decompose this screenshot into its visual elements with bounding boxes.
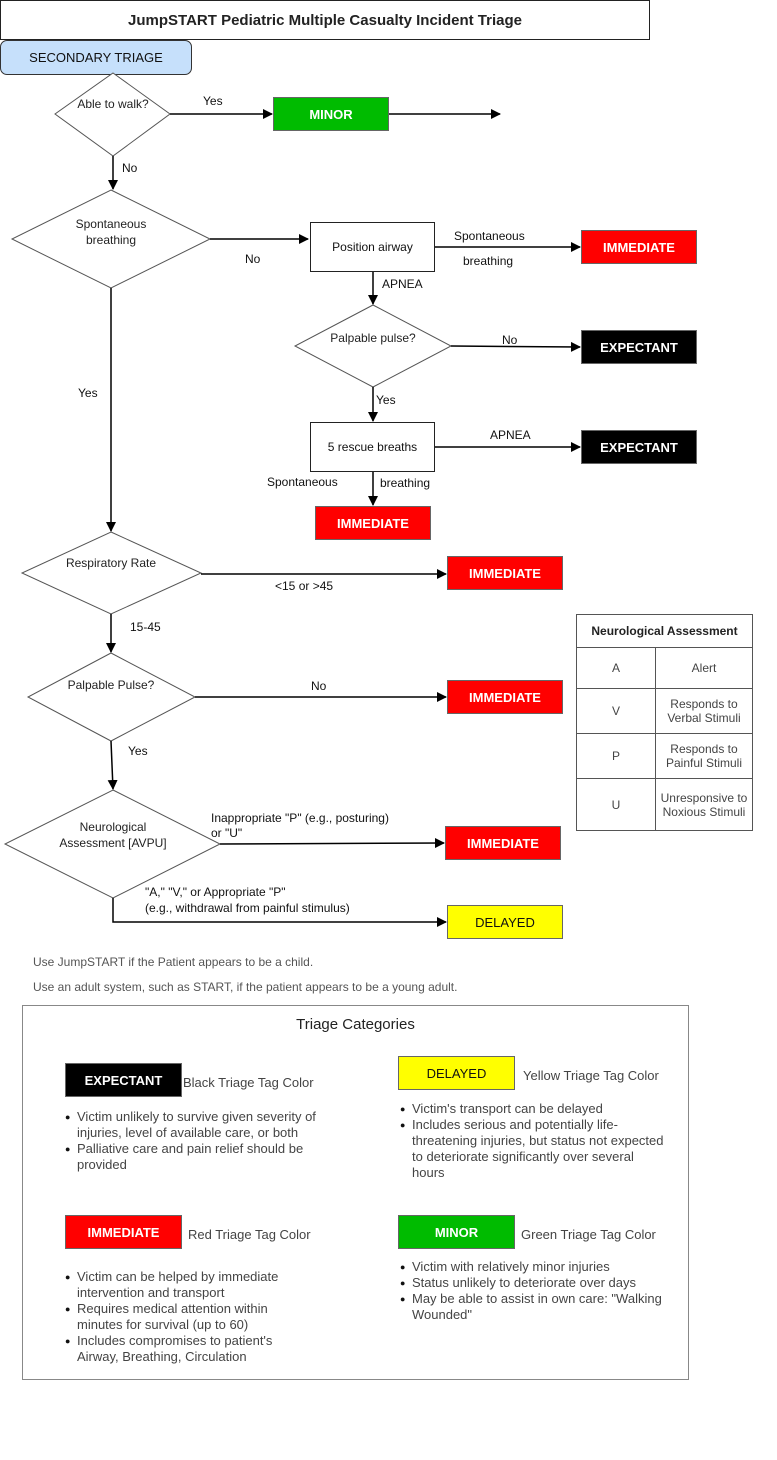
- note-young-adult: Use an adult system, such as START, if t…: [33, 980, 458, 994]
- legend-list-minor: Victim with relatively minor injuries St…: [400, 1259, 685, 1323]
- legend-tag-expectant: EXPECTANT: [65, 1063, 182, 1097]
- node-palpable-pulse-2: Palpable Pulse?: [67, 678, 155, 692]
- label-rescue-apnea: APNEA: [490, 428, 531, 442]
- label-rescue-spont-left: Spontaneous: [267, 475, 338, 489]
- neuro-code: A: [576, 647, 656, 689]
- tag-minor: MINOR: [273, 97, 389, 131]
- legend-color-minor: Green Triage Tag Color: [521, 1227, 656, 1242]
- neuro-row: A Alert: [576, 647, 753, 689]
- edge-pulse2-yes: [107, 740, 118, 790]
- tag-expectant-1: EXPECTANT: [581, 330, 697, 364]
- tag-immediate-1: IMMEDIATE: [581, 230, 697, 264]
- label-airway-apnea: APNEA: [382, 277, 423, 291]
- label-pulse1-no: No: [502, 333, 518, 347]
- edge-neuro-bad: [219, 838, 445, 849]
- neuro-code: U: [576, 778, 656, 831]
- node-neuro-assessment: Neurological Assessment [AVPU]: [59, 820, 167, 850]
- label-spont-yes: Yes: [78, 386, 98, 400]
- legend-bullet: Victim can be helped by immediate interv…: [65, 1269, 315, 1301]
- legend-bullet: Victim's transport can be delayed: [400, 1101, 665, 1117]
- diamond-pulse2: [26, 652, 197, 742]
- legend-bullet: Includes compromises to patient's Airway…: [65, 1333, 315, 1365]
- legend-list-immediate: Victim can be helped by immediate interv…: [65, 1269, 315, 1365]
- neuro-assessment-table: Neurological Assessment A Alert V Responds…: [576, 614, 753, 831]
- legend-tag-immediate: IMMEDIATE: [65, 1215, 182, 1249]
- legend-color-immediate: Red Triage Tag Color: [188, 1227, 311, 1242]
- label-airway-spont-top: Spontaneous: [454, 229, 525, 243]
- legend-bullet: Includes serious and potentially life-th…: [400, 1117, 665, 1181]
- label-resp-normal: 15-45: [130, 620, 161, 634]
- label-neuro-good-1: "A," "V," or Appropriate "P": [145, 885, 286, 899]
- legend-tag-delayed: DELAYED: [398, 1056, 515, 1090]
- neuro-table-header: Neurological Assessment: [576, 614, 753, 648]
- triage-categories-panel: Triage Categories EXPECTANT Black Triage…: [22, 1005, 689, 1380]
- legend-bullet: Victim unlikely to survive given severit…: [65, 1109, 325, 1141]
- tag-immediate-4: IMMEDIATE: [447, 680, 563, 714]
- node-able-to-walk: Able to walk?: [77, 97, 149, 111]
- label-walk-no: No: [122, 161, 138, 175]
- legend-list-delayed: Victim's transport can be delayed Includ…: [400, 1101, 665, 1181]
- node-rescue-breaths: 5 rescue breaths: [310, 422, 435, 472]
- note-child: Use JumpSTART if the Patient appears to …: [33, 955, 314, 969]
- label-pulse2-no: No: [311, 679, 327, 693]
- label-pulse2-yes: Yes: [128, 744, 148, 758]
- legend-color-delayed: Yellow Triage Tag Color: [523, 1068, 659, 1083]
- legend-bullet: Status unlikely to deteriorate over days: [400, 1275, 685, 1291]
- neuro-desc: Responds to Painful Stimuli: [655, 733, 753, 779]
- label-airway-spont-bottom: breathing: [463, 254, 514, 268]
- legend-bullet: May be able to assist in own care: "Walk…: [400, 1291, 685, 1323]
- neuro-row: P Responds to Painful Stimuli: [576, 733, 753, 779]
- tag-immediate-2: IMMEDIATE: [315, 506, 431, 540]
- neuro-code: P: [576, 733, 656, 779]
- label-rescue-spont-right: breathing: [380, 476, 431, 490]
- tag-delayed: DELAYED: [447, 905, 563, 939]
- label-spont-no: No: [245, 252, 261, 266]
- neuro-desc: Unresponsive to Noxious Stimuli: [655, 778, 753, 831]
- legend-color-expectant: Black Triage Tag Color: [183, 1075, 314, 1090]
- legend-tag-minor: MINOR: [398, 1215, 515, 1249]
- legend-bullet: Palliative care and pain relief should b…: [65, 1141, 325, 1173]
- label-pulse1-yes: Yes: [376, 393, 396, 407]
- neuro-row: U Unresponsive to Noxious Stimuli: [576, 778, 753, 831]
- node-palpable-pulse-1: Palpable pulse?: [330, 331, 416, 345]
- diamond-resp: [20, 531, 203, 615]
- categories-title: Triage Categories: [296, 1016, 415, 1033]
- node-spontaneous-breathing: Spontaneous breathing: [75, 217, 147, 247]
- label-walk-yes: Yes: [203, 94, 223, 108]
- neuro-desc: Responds to Verbal Stimuli: [655, 688, 753, 734]
- diamond-pulse1: [293, 304, 453, 388]
- neuro-code: V: [576, 688, 656, 734]
- node-respiratory-rate: Respiratory Rate: [65, 556, 157, 570]
- legend-list-expectant: Victim unlikely to survive given severit…: [65, 1109, 325, 1173]
- diamond-walk: [54, 72, 171, 157]
- legend-bullet: Victim with relatively minor injuries: [400, 1259, 685, 1275]
- tag-immediate-5: IMMEDIATE: [445, 826, 561, 860]
- label-neuro-bad-2: or "U": [211, 826, 243, 840]
- tag-expectant-2: EXPECTANT: [581, 430, 697, 464]
- neuro-desc: Alert: [655, 647, 753, 689]
- label-neuro-good-2: (e.g., withdrawal from painful stimulus): [145, 901, 350, 915]
- label-resp-abnormal: <15 or >45: [275, 579, 334, 593]
- node-position-airway: Position airway: [310, 222, 435, 272]
- tag-immediate-3: IMMEDIATE: [447, 556, 563, 590]
- neuro-row: V Responds to Verbal Stimuli: [576, 688, 753, 734]
- legend-bullet: Requires medical attention within minute…: [65, 1301, 315, 1333]
- label-neuro-bad-1: Inappropriate "P" (e.g., posturing): [211, 811, 389, 825]
